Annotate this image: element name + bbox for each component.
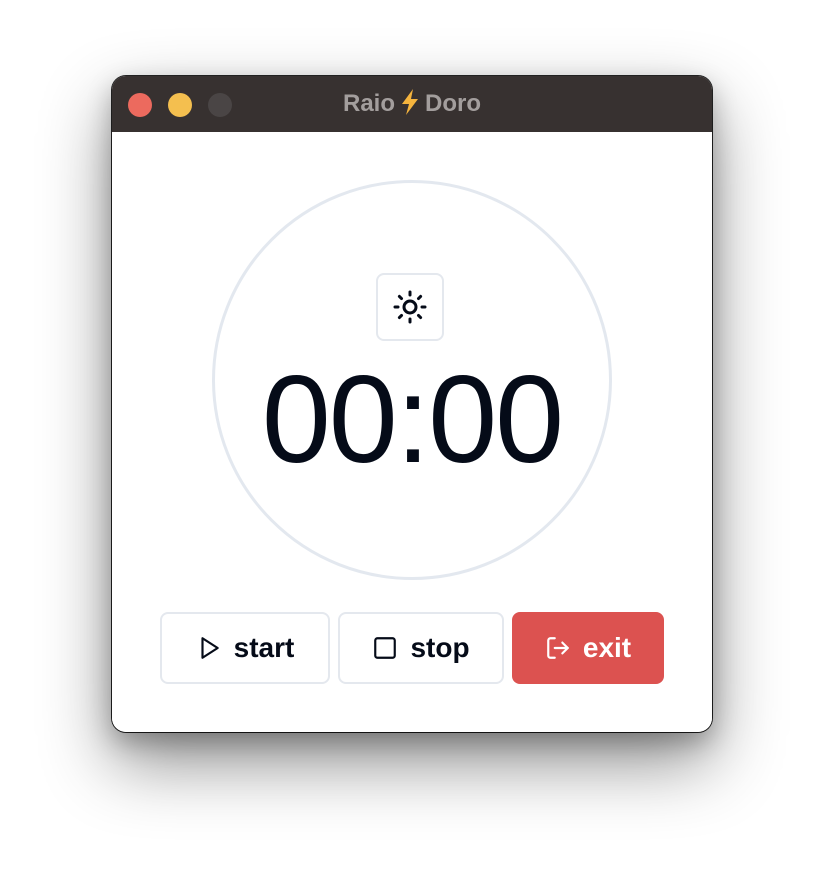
start-button[interactable]: start [160,612,330,684]
main-content: 00:00 start stop exit [112,132,712,732]
start-button-label: start [233,632,295,663]
exit-button-label: exit [582,632,632,663]
title-bar[interactable]: Raio Doro [112,76,712,132]
window-title: Raio Doro [112,76,712,132]
exit-button[interactable]: exit [512,612,664,684]
stop-button[interactable]: stop [338,612,504,684]
stop-button-label: stop [410,632,470,663]
sun-icon [393,290,427,324]
window-title-right: Doro [425,90,481,117]
square-icon [374,637,397,659]
play-icon [201,637,219,659]
window-title-left: Raio [342,90,395,117]
timer-display: 00:00 [261,351,564,489]
app-window: Raio Doro 00:00 start stop exit [112,76,712,732]
lightning-bolt-icon [402,89,418,115]
log-out-icon [547,637,569,659]
theme-toggle-button[interactable] [376,273,444,341]
